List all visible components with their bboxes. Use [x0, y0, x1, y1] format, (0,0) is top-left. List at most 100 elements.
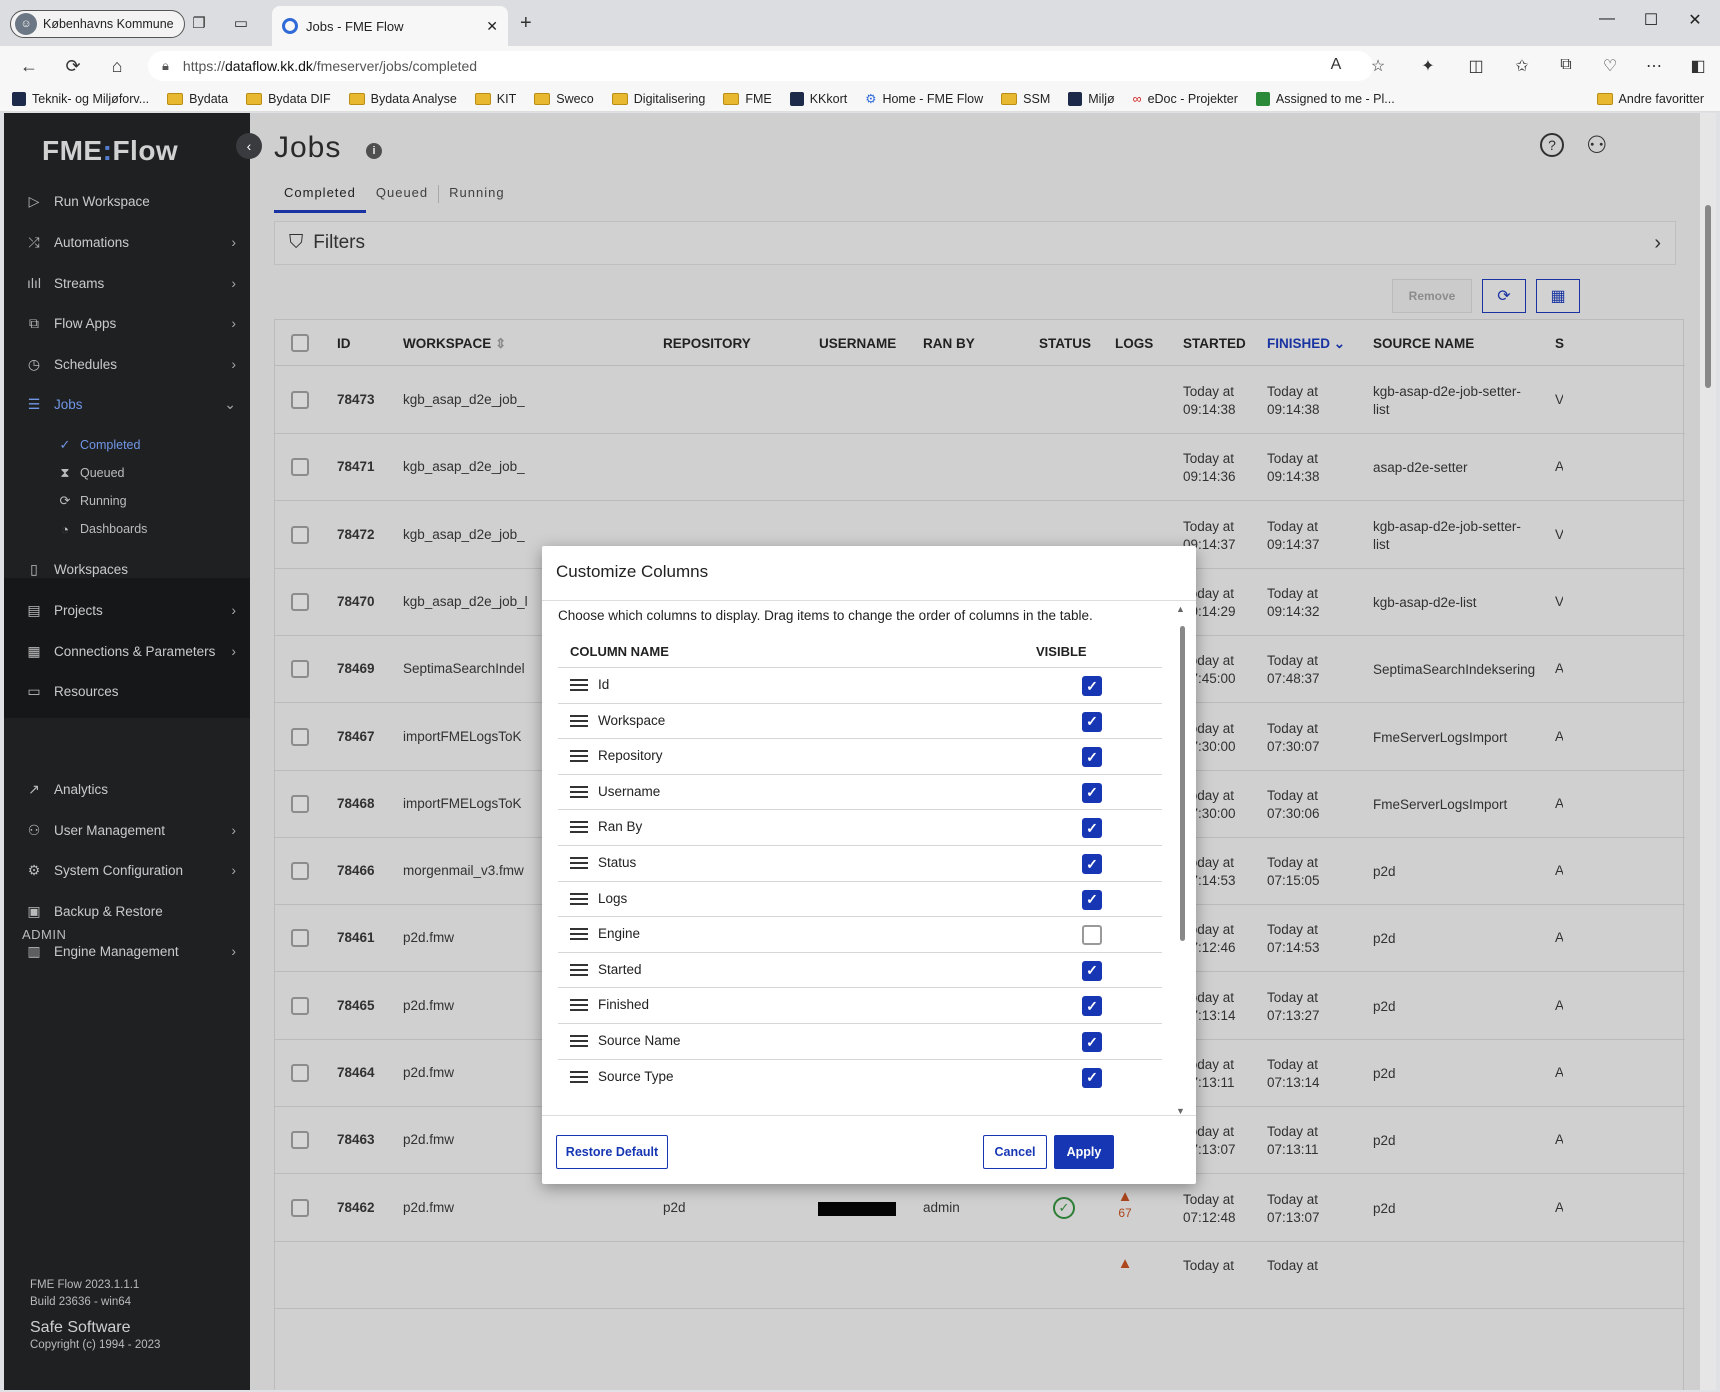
maximize-icon[interactable]: ☐ — [1636, 10, 1666, 30]
profile-button[interactable]: ☺ Københavns Kommune — [10, 10, 185, 38]
column-config-row[interactable]: Workspace ✓ — [558, 702, 1162, 739]
bookmark-item[interactable]: Miljø — [1068, 91, 1115, 106]
bookmark-item[interactable]: Sweco — [534, 92, 594, 106]
url-input[interactable]: 🔒︎ https://dataflow.kk.dk/fmeserver/jobs… — [148, 51, 1373, 81]
scroll-up-icon[interactable]: ▲ — [1176, 604, 1185, 614]
bookmark-item[interactable]: Digitalisering — [611, 92, 705, 106]
bookmark-label: KIT — [496, 91, 517, 106]
visible-checkbox[interactable]: ✓ — [1082, 960, 1102, 981]
cancel-button[interactable]: Cancel — [983, 1135, 1047, 1169]
browser-tabstrip: ☺ Københavns Kommune ❐ ▭ Jobs - FME Flow… — [0, 0, 1720, 46]
edoc-icon: ∞ — [1132, 91, 1142, 106]
home-icon[interactable]: ⌂ — [104, 54, 130, 78]
browser-essentials-icon[interactable]: ♡ — [1598, 56, 1622, 76]
bookmark-label: Bydata DIF — [268, 91, 331, 106]
column-config-row[interactable]: Repository ✓ — [558, 738, 1162, 774]
collapse-sidebar-icon[interactable]: ‹ — [236, 133, 262, 159]
dialog-body[interactable]: Choose which columns to display. Drag it… — [542, 601, 1196, 1127]
drag-handle-icon[interactable] — [570, 1035, 588, 1049]
visible-checkbox[interactable]: ✓ — [1082, 782, 1102, 803]
visible-checkbox[interactable]: ✓ — [1082, 889, 1102, 910]
folder-icon — [167, 92, 184, 105]
dialog-title: Customize Columns — [556, 562, 709, 581]
column-config-label: Status — [598, 855, 637, 870]
close-tab-icon[interactable]: ✕ — [486, 18, 498, 35]
extensions-icon[interactable]: ✦ — [1416, 56, 1440, 76]
dialog-scrollbar[interactable] — [1180, 626, 1185, 941]
visible-checkbox[interactable]: ✓ — [1082, 1032, 1102, 1052]
split-screen-icon[interactable]: ◫ — [1464, 56, 1488, 76]
drag-handle-icon[interactable] — [570, 714, 588, 729]
drag-handle-icon[interactable] — [570, 821, 588, 835]
column-config-row[interactable]: Started ✓ — [558, 951, 1162, 988]
site-icon — [789, 91, 804, 106]
bookmark-item[interactable]: KIT — [474, 91, 517, 106]
workspaces-icon[interactable]: ❐ — [188, 13, 210, 33]
minimize-icon[interactable]: — — [1592, 10, 1622, 28]
column-config-row[interactable]: Finished ✓ — [558, 987, 1162, 1023]
drag-handle-icon[interactable] — [570, 963, 588, 978]
more-menu-icon[interactable]: ⋯ — [1642, 56, 1666, 76]
column-config-label: Username — [598, 783, 661, 799]
visible-checkbox[interactable]: ✓ — [1082, 676, 1102, 696]
drag-handle-icon[interactable] — [570, 857, 588, 871]
bookmark-label: Bydata Analyse — [370, 91, 457, 106]
folder-icon — [348, 92, 365, 105]
bookmark-item[interactable]: Bydata DIF — [246, 92, 331, 106]
visible-checkbox[interactable]: ✓ — [1082, 818, 1102, 839]
bookmark-item[interactable]: FME — [723, 92, 772, 106]
bookmark-item[interactable]: ∞ eDoc - Projekter — [1133, 92, 1238, 106]
visible-checkbox[interactable] — [1082, 925, 1102, 946]
bookmark-item[interactable]: KKkort — [789, 91, 847, 106]
drag-handle-icon[interactable] — [570, 892, 588, 907]
browser-tab-active[interactable]: Jobs - FME Flow ✕ — [272, 6, 508, 46]
column-config-row[interactable]: Id ✓ — [558, 667, 1162, 703]
column-config-row[interactable]: Engine — [558, 916, 1162, 952]
drag-handle-icon[interactable] — [570, 928, 588, 942]
column-config-row[interactable]: Username ✓ — [558, 773, 1162, 810]
bookmark-item[interactable]: SSM — [1001, 92, 1050, 106]
other-favorites[interactable]: Andre favoritter — [1596, 92, 1704, 106]
visible-checkbox[interactable]: ✓ — [1082, 996, 1102, 1017]
column-config-row[interactable]: Logs ✓ — [558, 880, 1162, 917]
collections-icon[interactable]: ⧉ — [1554, 56, 1578, 74]
restore-default-button[interactable]: Restore Default — [556, 1135, 668, 1169]
reload-icon[interactable]: ⟳ — [60, 54, 86, 78]
bookmark-item[interactable]: ⚙ Home - FME Flow — [865, 91, 983, 107]
visible-checkbox[interactable]: ✓ — [1082, 747, 1102, 768]
favorite-star-icon[interactable]: ☆ — [1366, 56, 1390, 76]
column-config-row[interactable]: Ran By ✓ — [558, 809, 1162, 845]
column-config-row[interactable]: Source Type ✓ — [558, 1058, 1162, 1095]
read-aloud-icon[interactable]: A — [1324, 56, 1348, 74]
customize-columns-dialog: Customize Columns Choose which columns t… — [542, 546, 1196, 1184]
back-icon[interactable]: ← — [16, 54, 42, 78]
tab-title: Jobs - FME Flow — [306, 18, 404, 34]
url-path: /fmeserver/jobs/completed — [312, 58, 478, 74]
column-config-label: Source Name — [598, 1033, 681, 1048]
drag-handle-icon[interactable] — [570, 750, 588, 764]
apply-button[interactable]: Apply — [1054, 1135, 1114, 1169]
close-window-icon[interactable]: ✕ — [1680, 10, 1710, 30]
tab-actions-icon[interactable]: ▭ — [230, 13, 252, 33]
drag-handle-icon[interactable] — [570, 679, 588, 693]
drag-handle-icon[interactable] — [570, 1070, 588, 1085]
favorites-icon[interactable]: ✩ — [1510, 56, 1534, 76]
bookmark-item[interactable]: Bydata Analyse — [348, 91, 457, 106]
page-scroll-thumb[interactable] — [1705, 205, 1711, 388]
column-config-row[interactable]: Source Name ✓ — [558, 1023, 1162, 1059]
new-tab-icon[interactable]: + — [520, 12, 532, 35]
drag-handle-icon[interactable] — [570, 785, 588, 800]
sidebar-toggle-icon[interactable]: ◧ — [1686, 56, 1710, 76]
bookmark-item[interactable]: Assigned to me - Pl... — [1255, 91, 1395, 106]
bookmark-label: Andre favoritter — [1618, 92, 1704, 106]
site-icon — [1068, 91, 1083, 106]
page-scrollbar[interactable] — [1700, 113, 1716, 1390]
visible-checkbox[interactable]: ✓ — [1082, 1067, 1102, 1088]
drag-handle-icon[interactable] — [570, 999, 588, 1013]
bookmark-item[interactable]: Bydata — [167, 92, 228, 106]
column-config-row[interactable]: Status ✓ — [558, 845, 1162, 881]
bookmark-item[interactable]: Teknik- og Miljøforv... — [12, 91, 149, 106]
visible-checkbox[interactable]: ✓ — [1082, 854, 1102, 874]
visible-checkbox[interactable]: ✓ — [1082, 711, 1102, 732]
column-config-label: Repository — [598, 748, 663, 764]
